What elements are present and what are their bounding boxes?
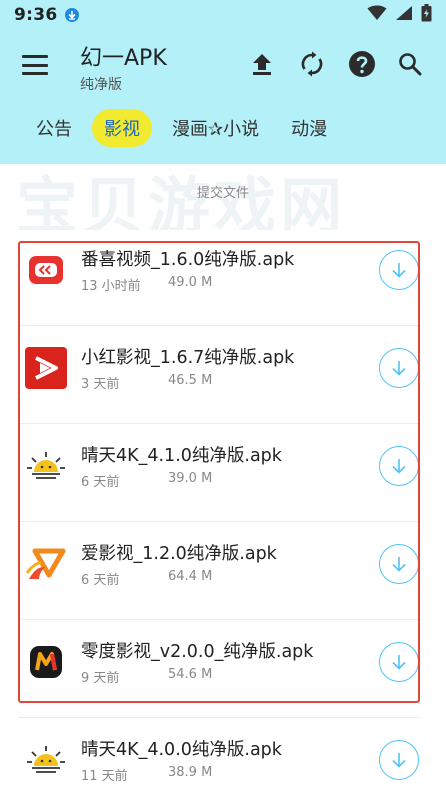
download-arrow-icon — [392, 655, 406, 670]
download-arrow-icon — [392, 361, 406, 376]
app-title: 幻一APK — [80, 46, 167, 71]
file-size: 64.4 M — [168, 569, 213, 584]
divider — [18, 521, 420, 522]
divider — [18, 717, 420, 718]
status-time: 9:36 — [14, 5, 58, 25]
status-bar: 9:36 — [0, 0, 446, 30]
download-arrow-icon — [392, 753, 406, 768]
download-button[interactable] — [379, 642, 419, 682]
banner-area: 宝贝游戏网 提交文件 — [0, 156, 446, 230]
help-icon — [349, 51, 375, 77]
download-button[interactable] — [379, 348, 419, 388]
aiyingshi-app-icon — [24, 542, 68, 586]
fanxi-app-icon — [24, 248, 68, 292]
download-button[interactable] — [379, 446, 419, 486]
list-item[interactable]: 晴天4K_4.0.0纯净版.apk 11 天前 38.9 M — [0, 728, 446, 793]
list-item[interactable]: 爱影视_1.2.0纯净版.apk 6 天前 64.4 M — [0, 532, 446, 630]
upload-button[interactable] — [246, 48, 278, 80]
download-button[interactable] — [379, 544, 419, 584]
file-size: 54.6 M — [168, 667, 213, 682]
download-arrow-icon — [392, 263, 406, 278]
file-size: 49.0 M — [168, 275, 213, 290]
xiaohong-app-icon — [24, 346, 68, 390]
upload-icon — [253, 54, 271, 75]
menu-button[interactable] — [20, 52, 50, 78]
file-name: 爱影视_1.2.0纯净版.apk — [81, 544, 277, 564]
list-item[interactable]: 零度影视_v2.0.0_纯净版.apk 9 天前 54.6 M — [0, 630, 446, 728]
qingtian-app-icon — [24, 738, 68, 782]
tab-movies[interactable]: 影视 — [92, 109, 152, 147]
refresh-icon — [301, 51, 323, 77]
refresh-button[interactable] — [296, 48, 328, 80]
file-size: 38.9 M — [168, 765, 213, 780]
category-tabs: 公告 影视 漫画✰小说 动漫 — [0, 100, 446, 156]
battery-icon — [421, 4, 432, 26]
tab-comics-novels[interactable]: 漫画✰小说 — [160, 109, 271, 147]
divider — [18, 325, 420, 326]
file-time: 13 小时前 — [81, 279, 141, 294]
file-time: 11 天前 — [81, 769, 128, 784]
file-size: 46.5 M — [168, 373, 213, 388]
app-bar: 幻一APK 纯净版 — [0, 30, 446, 100]
menu-icon-bar — [22, 55, 48, 58]
menu-icon-bar — [22, 63, 48, 67]
file-name: 零度影视_v2.0.0_纯净版.apk — [81, 642, 314, 662]
file-time: 9 天前 — [81, 671, 120, 686]
file-name: 晴天4K_4.0.0纯净版.apk — [81, 740, 282, 760]
screen: 9:36 幻一APK 纯净版 公告 影视 漫画✰小说 动漫 宝贝游戏网 提交文件… — [0, 0, 446, 793]
download-notification-icon — [65, 8, 80, 22]
wifi-icon — [367, 5, 387, 25]
download-button[interactable] — [379, 740, 419, 780]
download-arrow-icon — [392, 557, 406, 572]
list-item[interactable]: 番喜视频_1.6.0纯净版.apk 13 小时前 49.0 M — [0, 238, 446, 336]
search-icon — [399, 53, 422, 76]
tab-announcement[interactable]: 公告 — [24, 109, 84, 147]
divider — [18, 619, 420, 620]
lingdu-app-icon — [24, 640, 68, 684]
file-name: 番喜视频_1.6.0纯净版.apk — [81, 250, 295, 270]
file-time: 6 天前 — [81, 475, 120, 490]
qingtian-app-icon — [24, 444, 68, 488]
divider — [18, 423, 420, 424]
submit-file-link[interactable]: 提交文件 — [0, 182, 446, 201]
search-button[interactable] — [394, 48, 426, 80]
status-icons — [367, 4, 432, 26]
download-arrow-icon — [392, 459, 406, 474]
file-name: 小红影视_1.6.7纯净版.apk — [81, 348, 295, 368]
menu-icon-bar — [22, 72, 48, 75]
tab-anime[interactable]: 动漫 — [279, 109, 339, 147]
list-item[interactable]: 晴天4K_4.1.0纯净版.apk 6 天前 39.0 M — [0, 434, 446, 532]
download-button[interactable] — [379, 250, 419, 290]
file-size: 39.0 M — [168, 471, 213, 486]
signal-icon — [395, 5, 413, 25]
list-item[interactable]: 小红影视_1.6.7纯净版.apk 3 天前 46.5 M — [0, 336, 446, 434]
app-subtitle: 纯净版 — [80, 77, 122, 93]
file-time: 3 天前 — [81, 377, 120, 392]
help-button[interactable] — [346, 48, 378, 80]
file-time: 6 天前 — [81, 573, 120, 588]
file-name: 晴天4K_4.1.0纯净版.apk — [81, 446, 282, 466]
